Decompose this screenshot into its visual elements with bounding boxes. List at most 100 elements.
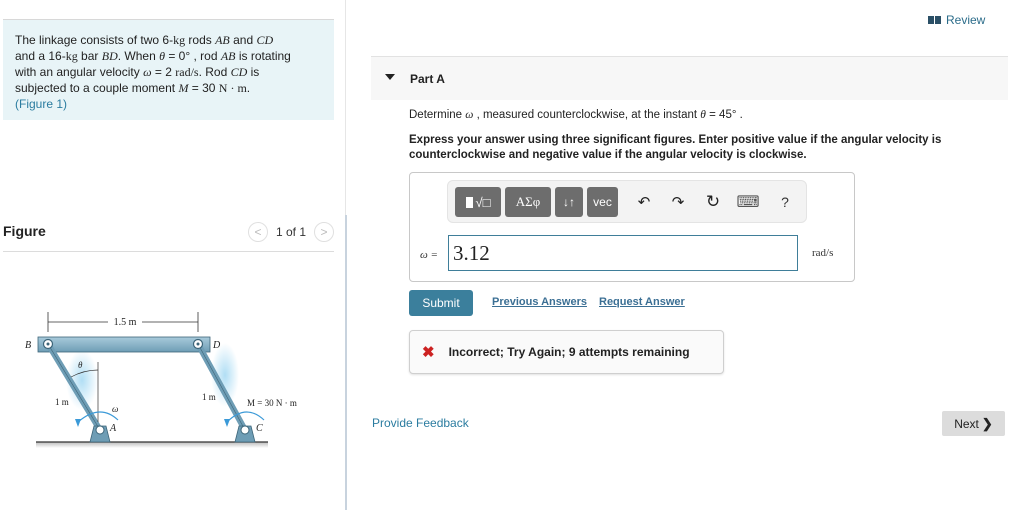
vector-button[interactable]: vec — [587, 187, 618, 217]
linkage-diagram: 1.5 m B D θ 1 m 1 m ω A C M = 30 N · m — [25, 312, 297, 448]
problem-line-2: and a 16-kg bar BD. When θ = 0° , rod AB… — [15, 48, 324, 64]
label-moment: M = 30 N · m — [247, 398, 297, 408]
problem-statement: The linkage consists of two 6-kg rods AB… — [3, 19, 334, 120]
part-title: Part A — [410, 72, 445, 86]
label-omega: ω — [112, 404, 118, 414]
problem-text: = 2 — [151, 65, 176, 79]
math-unit: N · m — [218, 81, 247, 95]
label-c: C — [256, 423, 263, 434]
keyboard-icon[interactable]: ⌨ — [736, 191, 760, 213]
undo-glyph: ↶ — [637, 194, 651, 211]
feedback-message: ✖ Incorrect; Try Again; 9 attempts remai… — [409, 330, 724, 374]
pager-label: 1 of 1 — [275, 225, 306, 239]
arrows-icon: ↓↑ — [563, 195, 575, 209]
label-cd-length: 1 m — [202, 392, 216, 402]
vec-label: vec — [593, 195, 612, 209]
keyboard-glyph: ⌨ — [736, 194, 760, 211]
reset-glyph: ↻ — [705, 192, 721, 211]
math-unit: kg — [65, 49, 78, 63]
problem-text: . When — [117, 49, 160, 63]
figure-pager: < 1 of 1 > — [247, 222, 334, 242]
answer-variable-label: ω = — [420, 249, 438, 261]
problem-text: rods — [185, 33, 216, 47]
math-unit: rad/s — [175, 65, 199, 79]
moment-arrowhead — [224, 419, 230, 427]
span-label: 1.5 m — [114, 317, 137, 328]
problem-line-1: The linkage consists of two 6-kg rods AB… — [15, 32, 324, 48]
previous-answers-link[interactable]: Previous Answers — [492, 296, 587, 308]
undo-icon[interactable]: ↶ — [634, 191, 654, 213]
problem-text: and — [229, 33, 257, 47]
math-var: M — [178, 81, 189, 95]
request-answer-link[interactable]: Request Answer — [599, 296, 685, 308]
problem-text: = 0° , rod — [165, 49, 221, 63]
pin-a — [95, 425, 105, 435]
problem-text: is rotating — [235, 49, 291, 63]
problem-text: . — [246, 81, 251, 95]
question-part: , measured counterclockwise, at the inst… — [473, 109, 701, 121]
bar-bd — [37, 336, 211, 353]
figure-title: Figure — [3, 223, 46, 239]
math-var: CD — [256, 33, 274, 47]
book-icon — [928, 16, 941, 24]
next-figure-button[interactable]: > — [314, 222, 334, 242]
problem-line-4: subjected to a couple moment M = 30 N · … — [15, 80, 324, 96]
math-unit: kg — [173, 33, 186, 47]
chevron-right-icon: ❯ — [981, 415, 993, 431]
reset-icon[interactable]: ↻ — [703, 191, 723, 213]
template-box-icon — [465, 196, 473, 208]
next-button[interactable]: Next ❯ — [942, 411, 1005, 436]
chevron-left-icon: < — [254, 225, 262, 239]
next-label: Next — [954, 416, 979, 431]
provide-feedback-link[interactable]: Provide Feedback — [372, 416, 469, 430]
answer-instructions: Express your answer using three signific… — [409, 134, 942, 161]
pin-d-center — [196, 342, 200, 346]
left-panel: The linkage consists of two 6-kg rods AB… — [0, 0, 346, 510]
figure-link[interactable]: (Figure 1) — [15, 96, 324, 112]
question-part: = 45° . — [705, 109, 743, 121]
math-toolbar: √□ ΑΣφ ↓↑ vec ↶ ↷ ↻ ⌨ ? — [447, 180, 807, 223]
math-var: AB — [215, 33, 230, 47]
problem-text: . Rod — [198, 65, 231, 79]
chevron-right-icon: > — [320, 225, 328, 239]
redo-glyph: ↷ — [671, 194, 685, 211]
ground-shadow — [36, 442, 268, 448]
problem-text: is — [247, 65, 260, 79]
templates-label: √□ — [475, 194, 491, 210]
unit-label: rad/s — [812, 247, 834, 259]
help-icon[interactable]: ? — [775, 191, 795, 213]
caret-down-icon — [385, 74, 395, 80]
submit-button[interactable]: Submit — [409, 290, 473, 316]
subscript-superscript-button[interactable]: ↓↑ — [555, 187, 583, 217]
feedback-text: Incorrect; Try Again; 9 attempts remaini… — [448, 345, 690, 359]
pin-b-center — [46, 342, 50, 346]
prev-figure-button[interactable]: < — [247, 222, 268, 242]
error-x-icon: ✖ — [422, 344, 435, 361]
help-glyph: ? — [781, 194, 789, 210]
part-a-header[interactable]: Part A — [371, 56, 1008, 100]
redo-icon[interactable]: ↷ — [668, 191, 688, 213]
moment-arrow — [226, 411, 265, 423]
problem-text: The linkage consists of two 6- — [15, 33, 174, 47]
greek-label: ΑΣφ — [515, 194, 541, 209]
problem-line-3: with an angular velocity ω = 2 rad/s. Ro… — [15, 64, 324, 80]
problem-text: bar — [77, 49, 102, 63]
greek-symbols-button[interactable]: ΑΣφ — [505, 187, 551, 217]
review-link[interactable]: Review — [928, 13, 985, 27]
review-label: Review — [946, 13, 986, 27]
problem-text: with an angular velocity — [15, 65, 144, 79]
question-part: Determine — [409, 109, 466, 121]
pin-c — [240, 425, 250, 435]
label-ab-length: 1 m — [55, 397, 69, 407]
templates-button[interactable]: √□ — [455, 187, 501, 217]
panel-scrollbar[interactable] — [345, 215, 347, 510]
linkage-figure: 1.5 m B D θ 1 m 1 m ω A C M = 30 N · m — [20, 300, 330, 460]
label-theta: θ — [78, 360, 83, 370]
answer-input[interactable] — [448, 235, 798, 271]
omega-arrowhead — [75, 419, 81, 427]
answer-box: √□ ΑΣφ ↓↑ vec ↶ ↷ ↻ ⌨ ? ω = rad/s — [409, 172, 855, 282]
variable-label: ω = — [420, 249, 438, 261]
question-text: Determine ω , measured counterclockwise,… — [409, 109, 743, 121]
math-var: BD — [101, 49, 118, 63]
label-b: B — [25, 340, 31, 351]
